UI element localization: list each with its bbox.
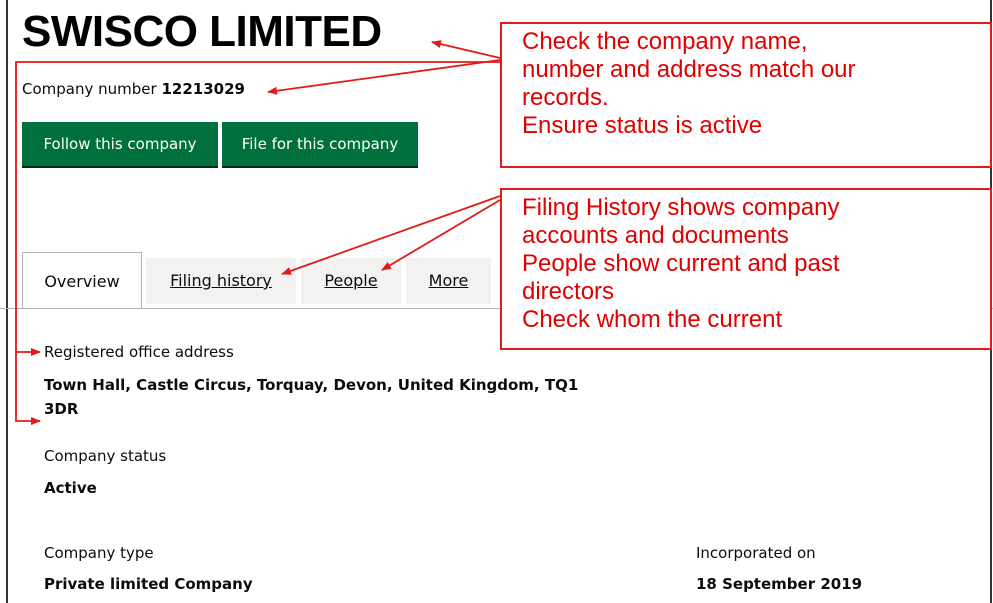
incorporated-label: Incorporated on [696,544,816,562]
annotation-line: directors [522,278,615,305]
incorporated-value: 18 September 2019 [696,575,863,593]
company-type-value: Private limited Company [44,575,253,593]
tab-filing-history[interactable]: Filing history [146,258,296,304]
tab-people[interactable]: People [301,258,401,304]
annotation-line: People show current and past [522,250,840,277]
tab-overview[interactable]: Overview [22,252,142,309]
registered-office-line2: 3DR [44,400,79,418]
follow-company-button[interactable]: Follow this company [22,122,218,166]
file-for-company-button[interactable]: File for this company [222,122,418,166]
annotation-line: Ensure status is active [522,112,763,139]
company-status-label: Company status [44,447,167,465]
annotation-line: Check the company name, [522,28,808,55]
company-name-heading: SWISCO LIMITED [22,7,382,56]
tab-more[interactable]: More [406,258,491,304]
company-number-value: 12213029 [161,80,245,98]
annotation-line: Check whom the current [522,306,783,333]
annotation-line: records. [522,84,609,111]
registered-office-label: Registered office address [44,343,234,361]
annotation-line: accounts and documents [522,222,789,249]
company-type-label: Company type [44,544,154,562]
company-number: Company number 12213029 [22,80,245,98]
annotation-line: number and address match our [522,56,856,83]
annotation-box-company-check: Check the company name, number and addre… [500,22,992,168]
annotation-line: Filing History shows company [522,194,840,221]
registered-office-line1: Town Hall, Castle Circus, Torquay, Devon… [44,376,579,394]
company-status-value: Active [44,479,97,497]
annotation-box-filing-people: Filing History shows company accounts an… [500,188,992,350]
company-number-label: Company number [22,80,157,98]
